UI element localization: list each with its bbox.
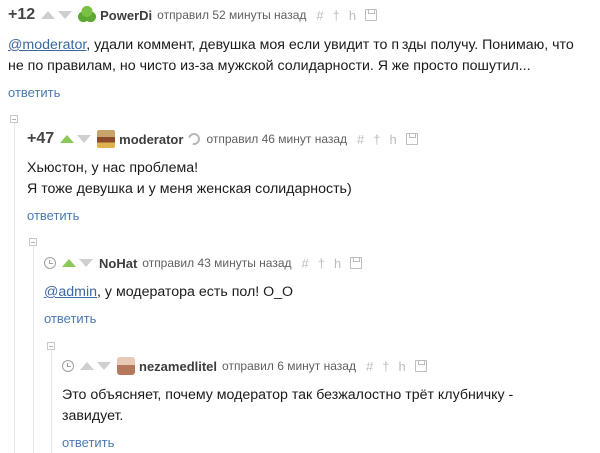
- comment-text: , у модератора есть пол! О_О: [97, 284, 294, 300]
- clock-icon: [44, 257, 56, 269]
- comment-header: nezamedlitel отправил 6 минут назад # † …: [62, 355, 600, 377]
- comment-timestamp: отправил 46 минут назад: [206, 132, 348, 146]
- reply-link[interactable]: ответить: [62, 435, 114, 450]
- collapse-toggle[interactable]: [10, 115, 18, 123]
- tree-icon[interactable]: h: [398, 359, 405, 374]
- save-icon[interactable]: [405, 133, 418, 145]
- save-icon[interactable]: [350, 257, 363, 269]
- comment-text: Хьюстон, у нас проблема!: [27, 160, 199, 176]
- comment-timestamp: отправил 43 минуты назад: [142, 256, 292, 270]
- clock-icon: [62, 360, 74, 372]
- link-icon[interactable]: #: [357, 132, 364, 147]
- thread-line: [14, 122, 15, 453]
- collapse-toggle[interactable]: [47, 342, 55, 350]
- mention-link[interactable]: @admin: [44, 284, 97, 300]
- pin-icon[interactable]: †: [333, 8, 340, 23]
- comment-moderator: +47 moderator отправил 46 минут назад # …: [27, 128, 600, 225]
- upvote-icon[interactable]: [80, 362, 94, 370]
- comment-text: , удали коммент, девушка моя если увидит…: [8, 37, 574, 74]
- tree-icon[interactable]: h: [349, 8, 356, 23]
- comment-body: @moderator, удали коммент, девушка моя е…: [8, 35, 593, 77]
- mention-link[interactable]: @moderator: [8, 37, 86, 53]
- link-icon[interactable]: #: [302, 256, 309, 271]
- author-name[interactable]: PowerDi: [100, 8, 152, 23]
- downvote-icon[interactable]: [77, 135, 92, 143]
- author-name[interactable]: nezamedlitel: [139, 359, 217, 374]
- comment-powerdi: +12 PowerDi отправил 52 минуты назад # †…: [8, 4, 600, 102]
- save-icon[interactable]: [414, 360, 427, 372]
- comment-text: Я тоже девушка и у меня женская солидарн…: [27, 181, 352, 197]
- comment-body: Хьюстон, у нас проблема! Я тоже девушка …: [27, 158, 600, 200]
- link-icon[interactable]: #: [316, 8, 323, 23]
- comment-timestamp: отправил 52 минуты назад: [157, 8, 307, 22]
- comment-body: @admin, у модератора есть пол! О_О: [44, 282, 600, 303]
- author-name[interactable]: moderator: [119, 132, 183, 147]
- comment-timestamp: отправил 6 минут назад: [222, 359, 356, 373]
- comment-tools: # † h: [366, 359, 436, 374]
- save-icon[interactable]: [365, 9, 378, 21]
- tree-icon[interactable]: h: [334, 256, 341, 271]
- avatar[interactable]: [78, 6, 97, 24]
- comment-header: NoHat отправил 43 минуты назад # † h: [44, 252, 600, 274]
- comment-nezamedlitel: nezamedlitel отправил 6 минут назад # † …: [62, 355, 600, 452]
- comment-header: +12 PowerDi отправил 52 минуты назад # †…: [8, 4, 600, 26]
- comment-rating: +12: [8, 6, 36, 23]
- moderator-badge-icon: [186, 130, 203, 148]
- comment-body: Это объясняет, почему модератор так безж…: [62, 385, 562, 427]
- comment-tools: # † h: [302, 256, 372, 271]
- author-name[interactable]: NoHat: [99, 256, 137, 271]
- downvote-icon[interactable]: [58, 11, 73, 19]
- link-icon[interactable]: #: [366, 359, 373, 374]
- comment-tools: # † h: [357, 132, 427, 147]
- comment-tools: # † h: [316, 8, 386, 23]
- comment-rating: +47: [27, 130, 55, 147]
- reply-link[interactable]: ответить: [44, 311, 96, 326]
- reply-link[interactable]: ответить: [8, 85, 60, 100]
- downvote-icon[interactable]: [79, 259, 93, 267]
- comment-nohat: NoHat отправил 43 минуты назад # † h @ad…: [44, 252, 600, 328]
- upvote-icon[interactable]: [60, 135, 75, 143]
- reply-link[interactable]: ответить: [27, 208, 79, 223]
- pin-icon[interactable]: †: [373, 132, 380, 147]
- avatar[interactable]: [97, 130, 116, 148]
- upvote-icon[interactable]: [62, 259, 76, 267]
- comment-text: Это объясняет, почему модератор так безж…: [62, 387, 514, 424]
- tree-icon[interactable]: h: [390, 132, 397, 147]
- upvote-icon[interactable]: [41, 11, 56, 19]
- pin-icon[interactable]: †: [318, 256, 325, 271]
- downvote-icon[interactable]: [97, 362, 111, 370]
- avatar[interactable]: [117, 357, 135, 375]
- collapse-toggle[interactable]: [29, 238, 37, 246]
- thread-line: [51, 350, 52, 453]
- pin-icon[interactable]: †: [382, 359, 389, 374]
- thread-line: [33, 246, 34, 453]
- comment-header: +47 moderator отправил 46 минут назад # …: [27, 128, 600, 150]
